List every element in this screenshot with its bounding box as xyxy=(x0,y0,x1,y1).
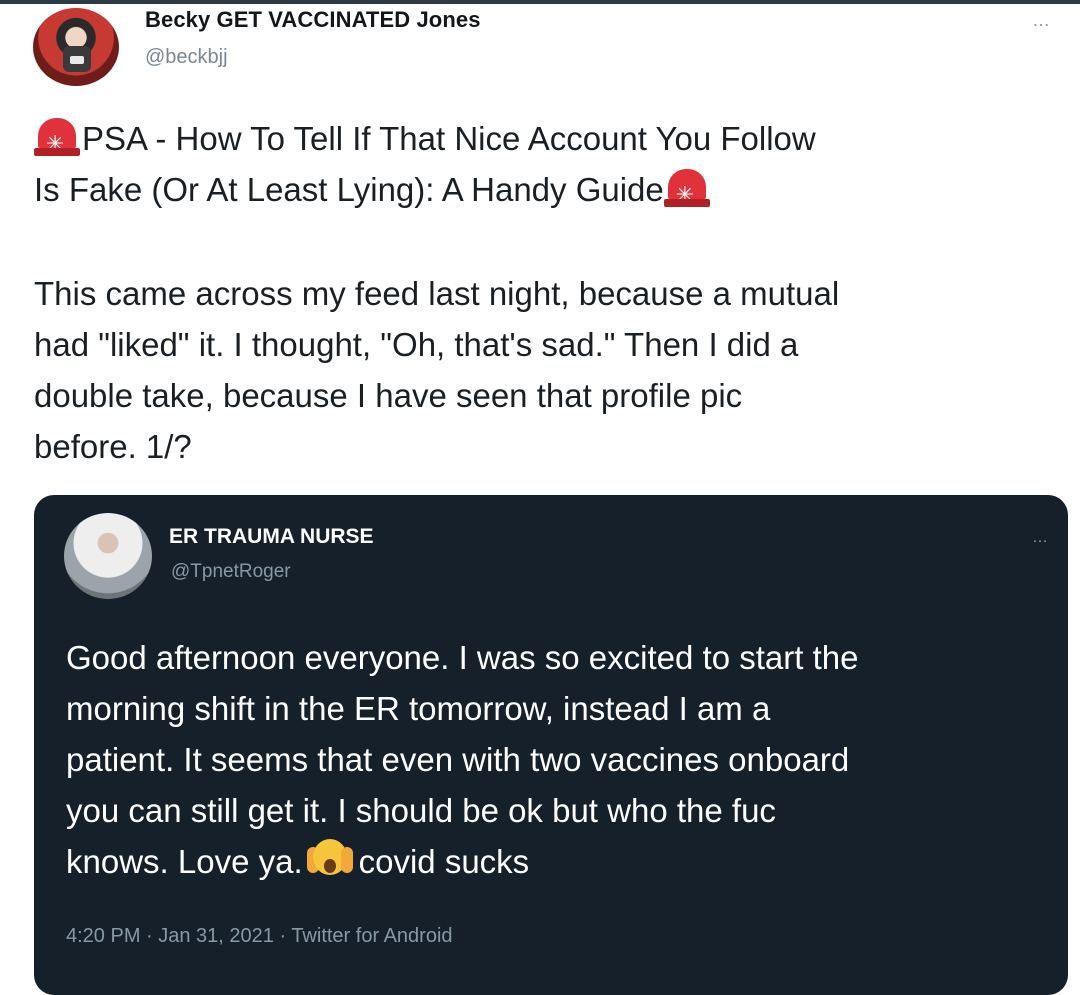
police-siren-icon xyxy=(34,118,80,170)
quoted-text-before-emoji: knows. Love ya. xyxy=(66,843,303,880)
quoted-text-last-line: knows. Love ya. covid sucks xyxy=(66,836,529,887)
tweet-title-line-2: Is Fake (Or At Least Lying): A Handy Gui… xyxy=(34,164,1064,221)
quoted-text-after-emoji: covid sucks xyxy=(358,843,530,880)
face-screaming-in-fear-icon xyxy=(306,837,353,879)
quoted-tweet-card[interactable]: ER TRAUMA NURSE @TpnetRoger … Good after… xyxy=(34,495,1068,995)
tweet-title-line-1: PSA - How To Tell If That Nice Account Y… xyxy=(34,113,1064,170)
more-options-icon[interactable]: … xyxy=(1032,10,1051,31)
police-siren-icon xyxy=(663,169,710,221)
quoted-author-avatar[interactable] xyxy=(64,513,152,599)
tweet-body-line: double take, because I have seen that pr… xyxy=(34,377,743,414)
quoted-more-options-icon[interactable]: … xyxy=(1032,529,1049,547)
tweet-body-line: had "liked" it. I thought, "Oh, that's s… xyxy=(34,326,799,363)
tweet-body-line: This came across my feed last night, bec… xyxy=(34,275,840,312)
author-handle[interactable]: @beckbjj xyxy=(145,46,228,69)
quoted-author-handle[interactable]: @TpnetRoger xyxy=(171,561,291,583)
tweet-title-text-1: PSA - How To Tell If That Nice Account Y… xyxy=(82,120,816,157)
author-display-name[interactable]: Becky GET VACCINATED Jones xyxy=(145,7,481,33)
quoted-text-line: Good afternoon everyone. I was so excite… xyxy=(66,639,859,676)
quoted-tweet-timestamp[interactable]: 4:20 PM · Jan 31, 2021 · Twitter for And… xyxy=(66,925,453,948)
avatar-face xyxy=(63,46,91,72)
author-avatar[interactable] xyxy=(33,8,119,86)
quoted-text-line: morning shift in the ER tomorrow, instea… xyxy=(66,690,771,727)
tweet-title-text-2: Is Fake (Or At Least Lying): A Handy Gui… xyxy=(34,171,664,208)
quoted-text-line: you can still get it. I should be ok but… xyxy=(66,792,776,829)
quoted-author-display-name[interactable]: ER TRAUMA NURSE xyxy=(169,525,374,549)
quoted-text-line: patient. It seems that even with two vac… xyxy=(66,741,850,778)
tweet-body-line: before. 1/? xyxy=(34,428,192,465)
top-border xyxy=(0,0,1080,4)
